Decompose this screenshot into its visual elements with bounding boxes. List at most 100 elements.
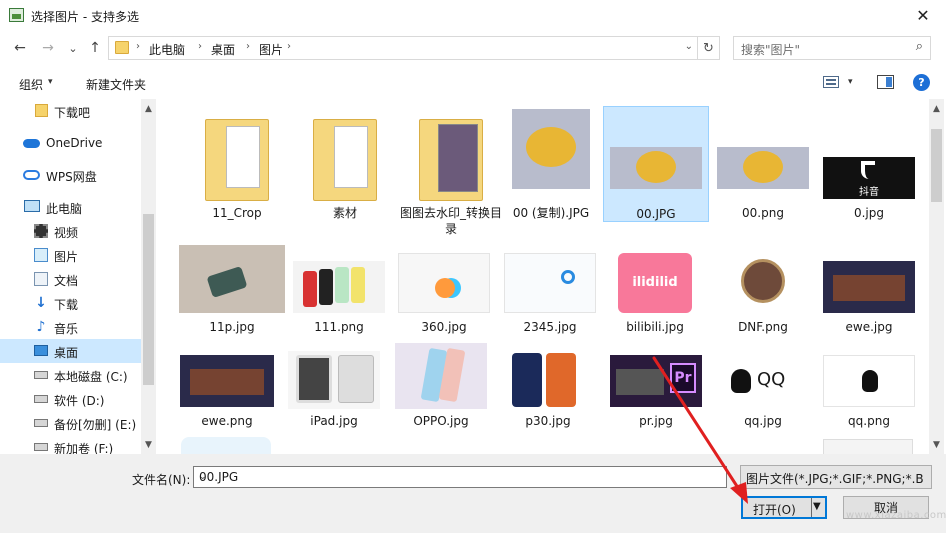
sidebar-item-label: 下载吧 [54,106,91,120]
breadcrumb-desktop[interactable]: 桌面 [211,41,235,58]
up-button[interactable]: ↑ [86,39,104,57]
file-item[interactable]: iPad.jpg [281,347,387,454]
file-item[interactable]: 2345.jpg [497,241,603,357]
sidebar-scrollbar[interactable]: ▲ ▼ [141,99,156,454]
sidebar-item-drive-f[interactable]: 新加卷 (F:) [0,435,141,454]
cloud-icon [23,139,40,148]
folder-icon [35,104,48,117]
sidebar-item-videos[interactable]: 视频 [0,219,141,243]
file-item[interactable]: Pr pr.jpg [603,347,709,454]
music-icon: ♪ [36,319,46,335]
address-bar[interactable]: › 此电脑 › 桌面 › 图片 › ⌄ [108,36,698,60]
image-thumbnail [512,109,590,189]
breadcrumb-this-pc[interactable]: 此电脑 [149,41,185,58]
file-name: 00.JPG [636,207,676,221]
pictures-icon [34,248,48,262]
scroll-down-icon[interactable]: ▼ [141,437,156,452]
image-thumbnail[interactable] [181,437,271,454]
help-icon[interactable]: ? [913,74,930,91]
file-name: ewe.png [201,414,253,428]
sidebar-item-desktop[interactable]: 桌面 [0,339,141,363]
sidebar-item-xiazaiba[interactable]: 下载吧 [0,99,141,123]
close-button[interactable]: ✕ [900,0,946,31]
open-button-label[interactable]: 打开(O) [753,501,796,518]
view-options-icon[interactable] [823,76,839,88]
desktop-icon [34,345,48,356]
scrollbar-thumb[interactable] [931,129,942,202]
file-item[interactable]: ewe.jpg [816,241,922,357]
navigation-pane: 下载吧 OneDrive WPS网盘 此电脑 视频 图片 文档 ↓ 下载 ♪ 音… [0,99,141,454]
sidebar-item-label: 视频 [54,226,79,240]
back-button[interactable]: ← [11,39,29,57]
sidebar-item-documents[interactable]: 文档 [0,267,141,291]
file-item[interactable]: qq.png [816,347,922,454]
breadcrumb-separator[interactable]: › [287,41,291,52]
file-item[interactable]: OPPO.jpg [388,343,494,454]
sidebar-item-downloads[interactable]: ↓ 下载 [0,291,141,315]
file-item[interactable]: DNF.png [710,241,816,357]
search-icon[interactable]: ⌕ [916,39,923,54]
file-item[interactable]: 素材 [292,107,398,223]
command-toolbar: 组织 ▾ 新建文件夹 ▾ ? [0,65,946,99]
open-options-arrow-icon[interactable]: ▼ [813,501,821,512]
file-item[interactable]: 00.JPG [603,106,709,222]
file-item[interactable]: 11_Crop [184,107,290,223]
file-item[interactable]: 11p.jpg [179,241,285,357]
filename-input[interactable]: 00.JPG ⌄ [193,466,727,488]
file-item[interactable]: 360.jpg [391,241,497,357]
chevron-down-icon[interactable]: ⌄ [199,472,721,482]
sidebar-item-drive-e[interactable]: 备份[勿删] (E:) [0,411,141,435]
search-input[interactable]: 搜索"图片" ⌕ [733,36,931,60]
preview-pane-icon[interactable] [877,75,894,89]
refresh-button[interactable]: ↻ [698,36,720,60]
chevron-down-icon[interactable]: ▾ [848,77,853,87]
dialog-footer: 文件名(N): 00.JPG ⌄ 图片文件(*.JPG;*.GIF;*.PNG;… [0,454,946,533]
file-item[interactable]: 图图去水印_转换目录 [398,107,504,236]
image-thumbnail [179,245,285,313]
scroll-down-icon[interactable]: ▼ [929,437,944,452]
file-name: iPad.jpg [310,414,358,428]
scroll-up-icon[interactable]: ▲ [929,101,944,116]
computer-icon [24,200,40,212]
sidebar-item-drive-d[interactable]: 软件 (D:) [0,387,141,411]
scroll-up-icon[interactable]: ▲ [141,101,156,116]
file-type-value: 图片文件(*.JPG;*.GIF;*.PNG;*.B [746,472,924,486]
image-thumbnail[interactable] [823,439,913,454]
address-dropdown-icon[interactable]: ⌄ [685,41,693,52]
file-list-scrollbar[interactable]: ▲ ▼ [929,99,944,454]
file-item[interactable]: QQ qq.jpg [710,347,816,454]
sidebar-item-this-pc[interactable]: 此电脑 [0,195,141,219]
file-item[interactable]: 111.png [286,241,392,357]
image-thumbnail [398,253,490,313]
forward-button[interactable]: → [39,39,57,57]
sidebar-item-label: 备份[勿删] (E:) [54,418,137,432]
file-item[interactable]: 00.png [710,107,816,223]
file-item[interactable]: 抖音 0.jpg [816,107,922,223]
image-thumbnail [180,355,274,407]
recent-locations-button[interactable]: ⌄ [64,39,82,57]
thumbnail-caption: QQ [757,369,786,390]
file-item[interactable]: ilidilid bilibili.jpg [602,241,708,357]
filename-label: 文件名(N): [132,473,191,487]
file-type-select[interactable]: 图片文件(*.JPG;*.GIF;*.PNG;*.B [740,465,932,489]
sidebar-item-wps-cloud[interactable]: WPS网盘 [0,163,141,187]
organize-menu[interactable]: 组织 [19,76,43,93]
image-thumbnail: QQ [717,355,809,407]
image-thumbnail [823,261,915,313]
scrollbar-thumb[interactable] [143,214,154,385]
sidebar-item-drive-c[interactable]: 本地磁盘 (C:) [0,363,141,387]
new-folder-button[interactable]: 新建文件夹 [86,76,146,93]
thumbnail-caption: Pr [670,363,696,393]
sidebar-item-pictures[interactable]: 图片 [0,243,141,267]
file-item[interactable]: p30.jpg [495,347,601,454]
breadcrumb-separator[interactable]: › [246,41,250,52]
breadcrumb-pictures[interactable]: 图片 [259,41,283,58]
sidebar-item-music[interactable]: ♪ 音乐 [0,315,141,339]
open-button[interactable]: 打开(O) ▼ [741,496,827,519]
chevron-down-icon[interactable]: ▾ [48,77,53,87]
file-item[interactable]: 00 (复制).JPG [498,107,604,223]
address-row: ← → ⌄ ↑ › 此电脑 › 桌面 › 图片 › ⌄ ↻ 搜索"图片" ⌕ [0,31,946,65]
breadcrumb-separator[interactable]: › [136,41,140,52]
sidebar-item-onedrive[interactable]: OneDrive [0,131,141,155]
breadcrumb-separator[interactable]: › [198,41,202,52]
